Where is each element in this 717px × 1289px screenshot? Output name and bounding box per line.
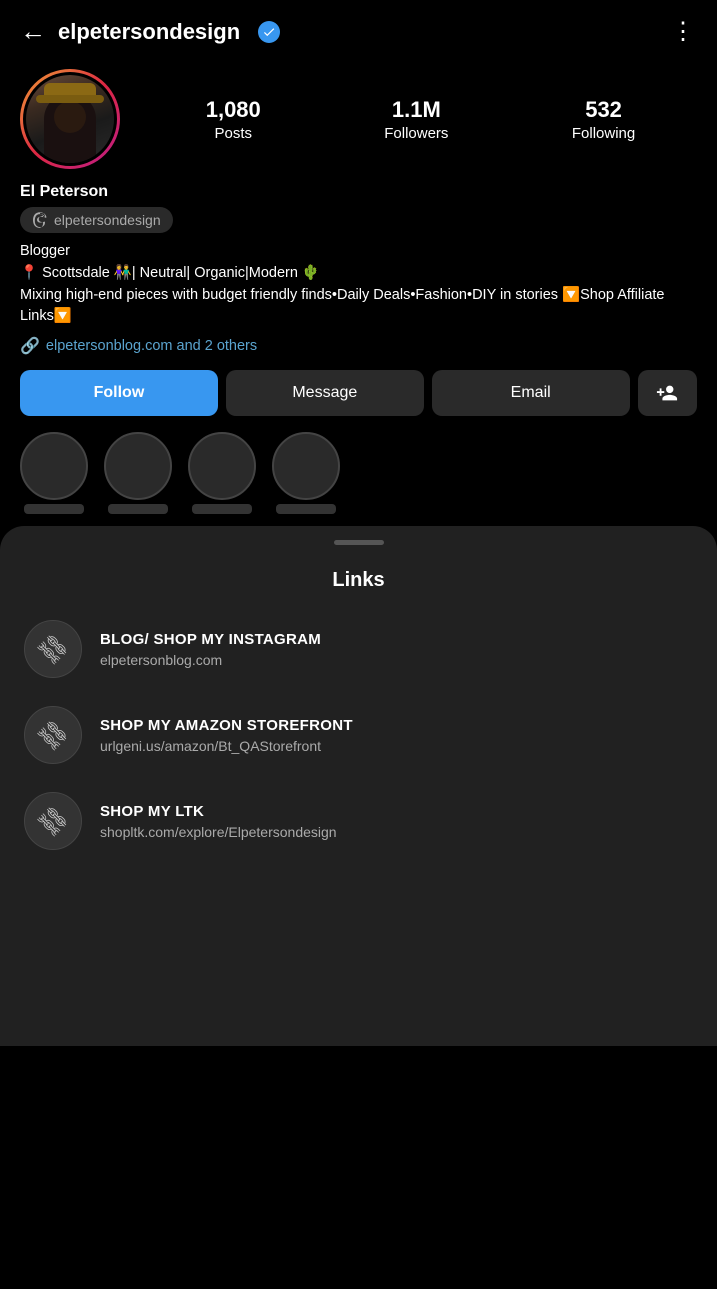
link-title-1: BLOG/ SHOP MY INSTAGRAM: [100, 631, 321, 648]
add-person-icon: [656, 382, 678, 404]
link-item-blog[interactable]: ⛓ BLOG/ SHOP MY INSTAGRAM elpetersonblog…: [24, 620, 693, 678]
profile-link[interactable]: 🔗 elpetersonblog.com and 2 others: [20, 336, 697, 356]
posts-label: Posts: [214, 125, 252, 142]
header-left: ← elpetersondesign: [20, 16, 280, 47]
link-item-amazon[interactable]: ⛓ SHOP MY AMAZON STOREFRONT urlgeni.us/a…: [24, 706, 693, 764]
hat-brim-decoration: [36, 95, 104, 103]
link-url-3: shopltk.com/explore/Elpetersondesign: [100, 824, 337, 840]
profile-section: 1,080 Posts 1.1M Followers 532 Following…: [0, 57, 717, 526]
action-buttons: Follow Message Email: [20, 370, 697, 416]
story-bubble-4[interactable]: [272, 432, 340, 514]
back-button[interactable]: ←: [20, 16, 46, 47]
sheet-handle: [334, 540, 384, 545]
threads-icon: [32, 212, 48, 228]
link-text-1: BLOG/ SHOP MY INSTAGRAM elpetersonblog.c…: [100, 631, 321, 668]
follow-button[interactable]: Follow: [20, 370, 218, 416]
story-bubble-2[interactable]: [104, 432, 172, 514]
link-icon-circle-1: ⛓: [24, 620, 82, 678]
link-item-ltk[interactable]: ⛓ SHOP MY LTK shopltk.com/explore/Elpete…: [24, 792, 693, 850]
verified-badge-icon: [258, 21, 280, 43]
header: ← elpetersondesign ⋮: [0, 0, 717, 57]
link-url-2: urlgeni.us/amazon/Bt_QAStorefront: [100, 738, 353, 754]
bio-section: El Peterson elpetersondesign Blogger 📍 S…: [20, 183, 697, 356]
link-icon-circle-3: ⛓: [24, 792, 82, 850]
profile-top: 1,080 Posts 1.1M Followers 532 Following: [20, 69, 697, 169]
link-url-1: elpetersonblog.com: [100, 652, 321, 668]
following-stat[interactable]: 532 Following: [572, 97, 635, 142]
following-label: Following: [572, 125, 635, 142]
threads-handle[interactable]: elpetersondesign: [20, 207, 173, 233]
profile-link-text: elpetersonblog.com and 2 others: [46, 338, 257, 354]
bio-text: Blogger 📍 Scottsdale 👫| Neutral| Organic…: [20, 241, 697, 328]
threads-handle-text: elpetersondesign: [54, 212, 161, 228]
message-button[interactable]: Message: [226, 370, 424, 416]
posts-stat[interactable]: 1,080 Posts: [206, 97, 261, 142]
followers-count: 1.1M: [392, 97, 441, 123]
stats-section: 1,080 Posts 1.1M Followers 532 Following: [144, 97, 697, 142]
link-chain-icon: 🔗: [20, 336, 40, 356]
link-text-3: SHOP MY LTK shopltk.com/explore/Elpeters…: [100, 803, 337, 840]
display-name: El Peterson: [20, 183, 697, 201]
followers-label: Followers: [384, 125, 448, 142]
link-title-2: SHOP MY AMAZON STOREFRONT: [100, 717, 353, 734]
link-title-3: SHOP MY LTK: [100, 803, 337, 820]
link-icon-circle-2: ⛓: [24, 706, 82, 764]
email-button[interactable]: Email: [432, 370, 630, 416]
posts-count: 1,080: [206, 97, 261, 123]
story-bubble-3[interactable]: [188, 432, 256, 514]
avatar-photo: [26, 75, 114, 163]
more-options-button[interactable]: ⋮: [671, 17, 697, 46]
avatar[interactable]: [20, 69, 120, 169]
followers-stat[interactable]: 1.1M Followers: [384, 97, 448, 142]
link-text-2: SHOP MY AMAZON STOREFRONT urlgeni.us/ama…: [100, 717, 353, 754]
story-bubbles: [20, 432, 697, 526]
chain-icon-1: ⛓: [32, 628, 74, 670]
avatar-ring: [20, 69, 120, 169]
bottom-sheet: Links ⛓ BLOG/ SHOP MY INSTAGRAM elpeters…: [0, 526, 717, 1046]
header-username: elpetersondesign: [58, 19, 240, 45]
chain-icon-3: ⛓: [32, 800, 74, 842]
following-count: 532: [585, 97, 622, 123]
avatar-inner: [23, 72, 117, 166]
sheet-title: Links: [24, 569, 693, 592]
chain-icon-2: ⛓: [32, 714, 74, 756]
add-friend-button[interactable]: [638, 370, 697, 416]
story-bubble-1[interactable]: [20, 432, 88, 514]
